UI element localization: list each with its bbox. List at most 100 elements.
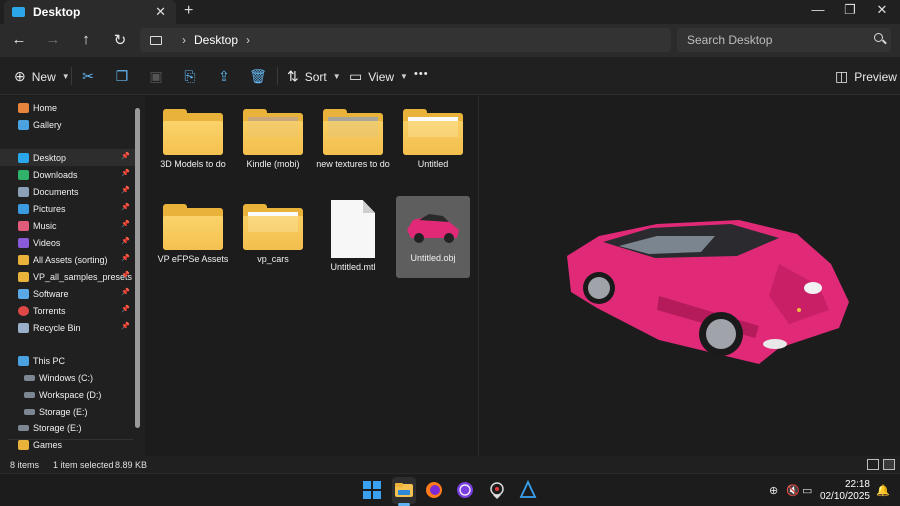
sidebar-item-music[interactable]: Music 📌 <box>0 217 140 234</box>
sidebar-item-home[interactable]: Home <box>0 99 140 116</box>
breadcrumb-separator[interactable]: › <box>246 33 250 47</box>
pin-icon: 📌 <box>121 289 130 296</box>
pin-icon: 📌 <box>121 323 130 330</box>
divider <box>71 67 72 85</box>
new-button[interactable]: ⊕ New ▼ <box>14 68 70 85</box>
new-tab-button[interactable]: + <box>184 2 193 20</box>
sidebar-item-storage-e[interactable]: Storage (E:) <box>0 403 140 420</box>
rename-icon[interactable]: ⎘ <box>181 68 199 85</box>
tor-browser-icon[interactable] <box>455 480 475 500</box>
sidebar-item-downloads[interactable]: Downloads 📌 <box>0 166 140 183</box>
breadcrumb-separator[interactable]: › <box>182 33 186 47</box>
back-button[interactable]: ← <box>9 31 29 48</box>
documents-icon <box>18 186 29 197</box>
refresh-button[interactable]: ↻ <box>110 31 130 49</box>
clock[interactable]: 22:18 02/10/2025 <box>818 479 870 503</box>
tab-desktop[interactable]: Desktop ✕ <box>4 0 176 24</box>
address-bar[interactable]: › Desktop › <box>140 28 671 52</box>
address-row: ← → ↑ ↻ › Desktop › <box>0 24 900 57</box>
file-item[interactable]: Untitled.mtl <box>316 200 390 273</box>
sidebar-item-label: Videos <box>33 237 61 248</box>
maps-app-icon[interactable] <box>487 480 507 500</box>
sidebar-item-pictures[interactable]: Pictures 📌 <box>0 200 140 217</box>
drive-icon <box>18 424 29 431</box>
taskbar: ⊕ 🔇 ▭ 22:18 02/10/2025 🔔 <box>0 473 900 506</box>
close-tab-icon[interactable]: ✕ <box>155 4 166 20</box>
file-item-selected[interactable]: Untitled.obj <box>396 196 470 278</box>
drive-icon <box>24 391 35 398</box>
details-view-icon[interactable] <box>867 459 879 470</box>
breadcrumb-desktop[interactable]: Desktop <box>194 33 238 47</box>
item-name: Kindle (mobi) <box>246 159 300 169</box>
sketch-app-icon[interactable] <box>518 480 538 500</box>
battery-icon[interactable]: ▭ <box>802 484 812 497</box>
sidebar-item-desktop[interactable]: Desktop 📌 <box>0 149 140 166</box>
forward-button[interactable]: → <box>43 31 63 48</box>
sidebar-item-label: Recycle Bin <box>33 322 81 333</box>
sidebar-item-workspace-d[interactable]: Workspace (D:) <box>0 386 140 403</box>
drive-icon <box>24 408 35 415</box>
sidebar-item-gallery[interactable]: Gallery <box>0 116 140 133</box>
car-preview-image <box>567 220 849 364</box>
sidebar-item-storage-root[interactable]: Storage (E:) <box>0 419 140 436</box>
network-icon[interactable]: ⊕ <box>769 484 778 497</box>
folder-item[interactable]: VP eFPSe Assets <box>156 204 230 265</box>
pin-icon: 📌 <box>121 306 130 313</box>
preview-pane-button[interactable]: ◫ Preview <box>835 68 897 85</box>
sidebar-item-recycle-bin[interactable]: Recycle Bin 📌 <box>0 319 140 336</box>
folder-icon <box>163 204 223 250</box>
this-pc-icon <box>18 355 29 366</box>
search-input[interactable] <box>687 33 867 47</box>
sidebar-item-software[interactable]: Software 📌 <box>0 285 140 302</box>
folder-item[interactable]: Untitled <box>396 109 470 170</box>
preview-pane-icon: ◫ <box>835 68 849 84</box>
folder-icon <box>243 109 303 155</box>
up-button[interactable]: ↑ <box>76 31 96 48</box>
minimize-button[interactable]: — <box>803 2 833 17</box>
pin-icon: 📌 <box>121 204 130 211</box>
folder-item[interactable]: Kindle (mobi) <box>236 109 310 170</box>
sidebar-item-label: All Assets (sorting) <box>33 254 108 265</box>
cut-icon[interactable]: ✂ <box>79 68 97 85</box>
pin-icon: 📌 <box>121 221 130 228</box>
volume-muted-icon[interactable]: 🔇 <box>786 484 800 497</box>
delete-icon[interactable]: 🗑 <box>249 68 267 85</box>
firefox-icon[interactable] <box>424 480 444 500</box>
sidebar-item-label: Gallery <box>33 119 62 130</box>
folder-item[interactable]: 3D Models to do <box>156 109 230 170</box>
sidebar-item-documents[interactable]: Documents 📌 <box>0 183 140 200</box>
folder-item[interactable]: vp_cars <box>236 204 310 265</box>
view-button[interactable]: ▭ View ▼ <box>349 68 408 85</box>
share-icon[interactable]: ⇪ <box>215 68 233 85</box>
preview-pane <box>478 96 900 456</box>
sidebar-scrollbar[interactable] <box>135 108 140 428</box>
large-icons-view-icon[interactable] <box>883 459 895 470</box>
close-window-button[interactable]: ✕ <box>867 2 897 18</box>
sidebar-item-all-assets[interactable]: All Assets (sorting) 📌 <box>0 251 140 268</box>
pin-icon: 📌 <box>121 153 130 160</box>
folder-icon <box>323 109 383 155</box>
sidebar-item-label: Storage (E:) <box>33 422 82 433</box>
sidebar-item-videos[interactable]: Videos 📌 <box>0 234 140 251</box>
start-button-icon[interactable] <box>362 480 382 500</box>
title-bar: Desktop ✕ + — ❐ ✕ <box>0 0 900 24</box>
pin-icon: 📌 <box>121 272 130 279</box>
copy-icon[interactable]: ❐ <box>113 68 131 85</box>
sidebar-item-this-pc[interactable]: This PC <box>0 352 140 369</box>
monitor-icon <box>18 288 29 299</box>
sidebar-item-vp-all-samples[interactable]: VP_all_samples_presets 📌 <box>0 268 140 285</box>
paste-icon[interactable]: ▣ <box>147 68 165 85</box>
sidebar-item-torrents[interactable]: Torrents 📌 <box>0 302 140 319</box>
sidebar-item-windows-c[interactable]: Windows (C:) <box>0 369 140 386</box>
restore-button[interactable]: ❐ <box>835 2 865 18</box>
sidebar-item-label: Home <box>33 102 58 113</box>
sort-button[interactable]: ⇅ Sort ▼ <box>287 68 341 85</box>
gallery-icon <box>18 119 29 130</box>
file-explorer-icon[interactable] <box>394 480 414 500</box>
notification-bell-icon[interactable]: 🔔 <box>876 484 890 497</box>
folder-item[interactable]: new textures to do <box>316 109 390 170</box>
sidebar-item-games[interactable]: Games <box>0 436 140 453</box>
search-box[interactable] <box>677 28 891 52</box>
more-options-button[interactable]: ••• <box>414 68 429 80</box>
recycle-bin-icon <box>18 322 29 333</box>
